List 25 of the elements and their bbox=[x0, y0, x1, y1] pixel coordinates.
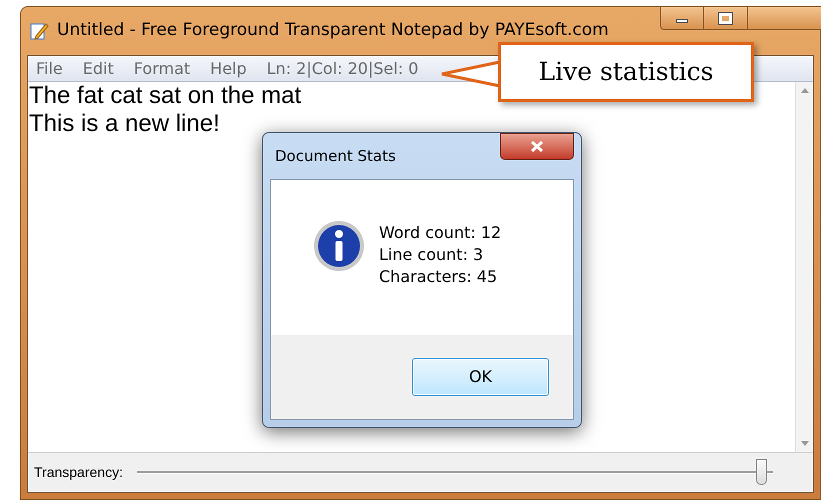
callout: Live statistics bbox=[498, 42, 754, 102]
notepad-pencil-icon bbox=[29, 21, 49, 41]
status-text: Ln: 2|Col: 20|Sel: 0 bbox=[266, 58, 418, 80]
menu-item[interactable]: Edit bbox=[82, 56, 114, 80]
stat-line: Characters: 45 bbox=[379, 266, 498, 288]
stat-line: Word count: 12 bbox=[379, 222, 502, 244]
transparency-label: Transparency: bbox=[34, 463, 123, 482]
close-icon[interactable] bbox=[531, 141, 543, 152]
menu-item[interactable]: Format bbox=[134, 56, 190, 80]
stat-line: Line count: 3 bbox=[379, 244, 484, 266]
editor-line: The fat cat sat on the mat bbox=[29, 82, 302, 110]
slider-thumb[interactable] bbox=[756, 458, 767, 484]
scroll-down-icon[interactable] bbox=[800, 441, 808, 446]
transparency-slider[interactable] bbox=[136, 458, 773, 488]
scroll-up-icon[interactable] bbox=[800, 88, 808, 93]
info-icon bbox=[313, 220, 365, 272]
minimize-button[interactable] bbox=[660, 6, 704, 30]
window-title: Untitled - Free Foreground Transparent Notepad by PAYEsoft.com bbox=[57, 19, 609, 42]
menu-item[interactable]: Help bbox=[210, 56, 247, 80]
menu-item[interactable]: File bbox=[36, 56, 63, 80]
maximize-button[interactable] bbox=[704, 6, 748, 30]
vertical-scrollbar[interactable] bbox=[795, 82, 813, 452]
ok-button[interactable]: OK bbox=[412, 358, 549, 396]
editor-line: This is a new line! bbox=[29, 110, 221, 138]
dialog-title: Document Stats bbox=[274, 146, 396, 167]
